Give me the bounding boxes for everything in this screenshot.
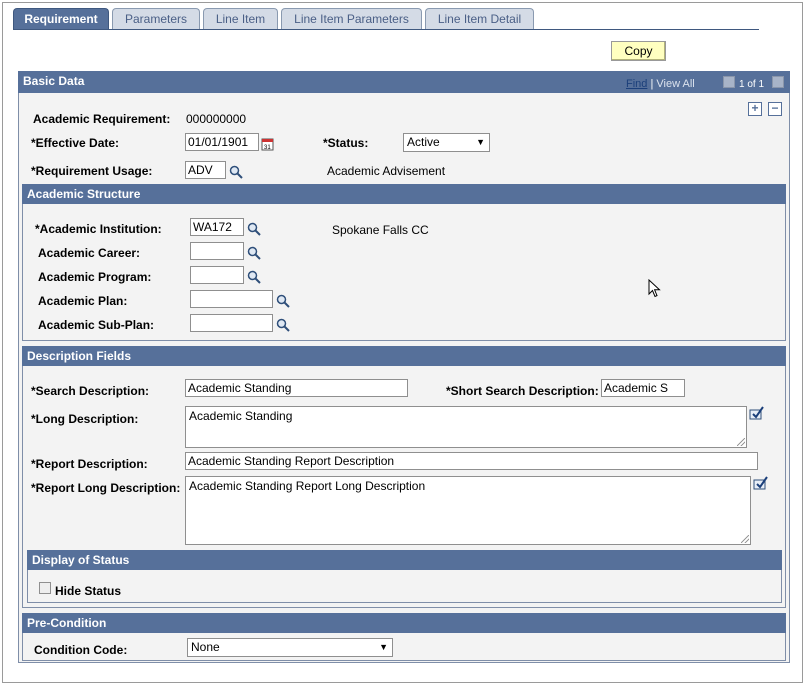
long-desc-label: *Long Description: — [31, 412, 139, 426]
short-search-input[interactable]: Academic S — [601, 379, 685, 397]
status-value: Active — [407, 135, 440, 149]
paging-text: 1 of 1 — [739, 79, 765, 90]
tab-divider — [13, 29, 759, 30]
copy-button[interactable]: Copy — [611, 41, 666, 61]
academic-requirement-label: Academic Requirement: — [33, 112, 171, 126]
display-status-title: Display of Status — [32, 553, 130, 567]
pre-condition-header: Pre-Condition — [22, 613, 786, 633]
description-fields-header: Description Fields — [22, 346, 786, 366]
first-arrow-icon[interactable] — [723, 76, 735, 88]
academic-structure-title: Academic Structure — [27, 187, 141, 201]
report-long-text: Academic Standing Report Long Descriptio… — [189, 479, 426, 493]
institution-label: *Academic Institution: — [35, 222, 162, 236]
short-search-label: *Short Search Description: — [446, 384, 599, 398]
academic-requirement-value: 000000000 — [186, 112, 247, 126]
grid-nav: Find | View All — [626, 78, 695, 90]
career-input[interactable] — [190, 242, 244, 260]
tab-parameters[interactable]: Parameters — [112, 8, 200, 30]
search-desc-input[interactable]: Academic Standing — [185, 379, 408, 397]
description-fields-title: Description Fields — [27, 349, 132, 363]
find-link[interactable]: Find — [626, 78, 647, 90]
subplan-input[interactable] — [190, 314, 273, 332]
search-icon[interactable] — [247, 222, 261, 236]
condition-code-label: Condition Code: — [34, 643, 128, 657]
spellcheck-icon[interactable] — [749, 405, 765, 421]
search-icon[interactable] — [247, 270, 261, 284]
search-desc-label: *Search Description: — [31, 384, 150, 398]
delete-row-icon[interactable]: − — [768, 102, 782, 116]
search-icon[interactable] — [247, 246, 261, 260]
report-long-textarea[interactable]: Academic Standing Report Long Descriptio… — [185, 476, 751, 545]
institution-input[interactable]: WA172 — [190, 218, 244, 236]
report-desc-label: *Report Description: — [31, 457, 148, 471]
svg-text:31: 31 — [264, 145, 271, 151]
spellcheck-icon[interactable] — [753, 475, 769, 491]
effective-date-input[interactable]: 01/01/1901 — [185, 133, 259, 151]
program-label: Academic Program: — [38, 270, 152, 284]
condition-code-value: None — [191, 640, 220, 654]
requirement-usage-label: *Requirement Usage: — [31, 164, 153, 178]
search-icon[interactable] — [276, 294, 290, 308]
tab-line-item-detail[interactable]: Line Item Detail — [425, 8, 534, 30]
next-arrow-icon[interactable] — [772, 76, 784, 88]
hide-status-checkbox[interactable] — [39, 582, 51, 594]
search-icon[interactable] — [276, 318, 290, 332]
tab-requirement[interactable]: Requirement — [13, 8, 109, 30]
tab-line-item[interactable]: Line Item — [203, 8, 278, 30]
basic-data-title: Basic Data — [23, 74, 85, 88]
program-input[interactable] — [190, 266, 244, 284]
report-desc-input[interactable]: Academic Standing Report Description — [185, 452, 758, 470]
mouse-cursor-icon — [648, 279, 661, 298]
hide-status-label: Hide Status — [55, 584, 122, 598]
condition-code-select[interactable]: None ▼ — [187, 638, 393, 657]
effective-date-label: *Effective Date: — [31, 136, 120, 150]
report-long-label: *Report Long Description: — [31, 481, 181, 495]
search-icon[interactable] — [229, 165, 243, 179]
institution-desc: Spokane Falls CC — [332, 223, 429, 237]
tab-line-item-parameters[interactable]: Line Item Parameters — [281, 8, 422, 30]
requirement-usage-input[interactable]: ADV — [185, 161, 226, 179]
status-label: *Status: — [323, 136, 369, 150]
add-row-icon[interactable]: + — [748, 102, 762, 116]
dropdown-arrow-icon: ▼ — [476, 137, 485, 147]
requirement-usage-desc: Academic Advisement — [327, 164, 446, 178]
pre-condition-title: Pre-Condition — [27, 616, 107, 630]
long-desc-textarea[interactable]: Academic Standing — [185, 406, 747, 448]
subplan-label: Academic Sub-Plan: — [38, 318, 155, 332]
resize-grip-icon[interactable] — [741, 535, 749, 543]
calendar-icon[interactable]: 31 — [261, 137, 275, 151]
academic-structure-header: Academic Structure — [22, 184, 786, 204]
career-label: Academic Career: — [38, 246, 141, 260]
resize-grip-icon[interactable] — [737, 438, 745, 446]
long-desc-text: Academic Standing — [189, 409, 293, 423]
status-select[interactable]: Active ▼ — [403, 133, 490, 152]
display-status-header: Display of Status — [27, 550, 782, 570]
view-all-link[interactable]: View All — [656, 78, 694, 90]
plan-label: Academic Plan: — [38, 294, 128, 308]
plan-input[interactable] — [190, 290, 273, 308]
dropdown-arrow-icon: ▼ — [379, 642, 388, 652]
